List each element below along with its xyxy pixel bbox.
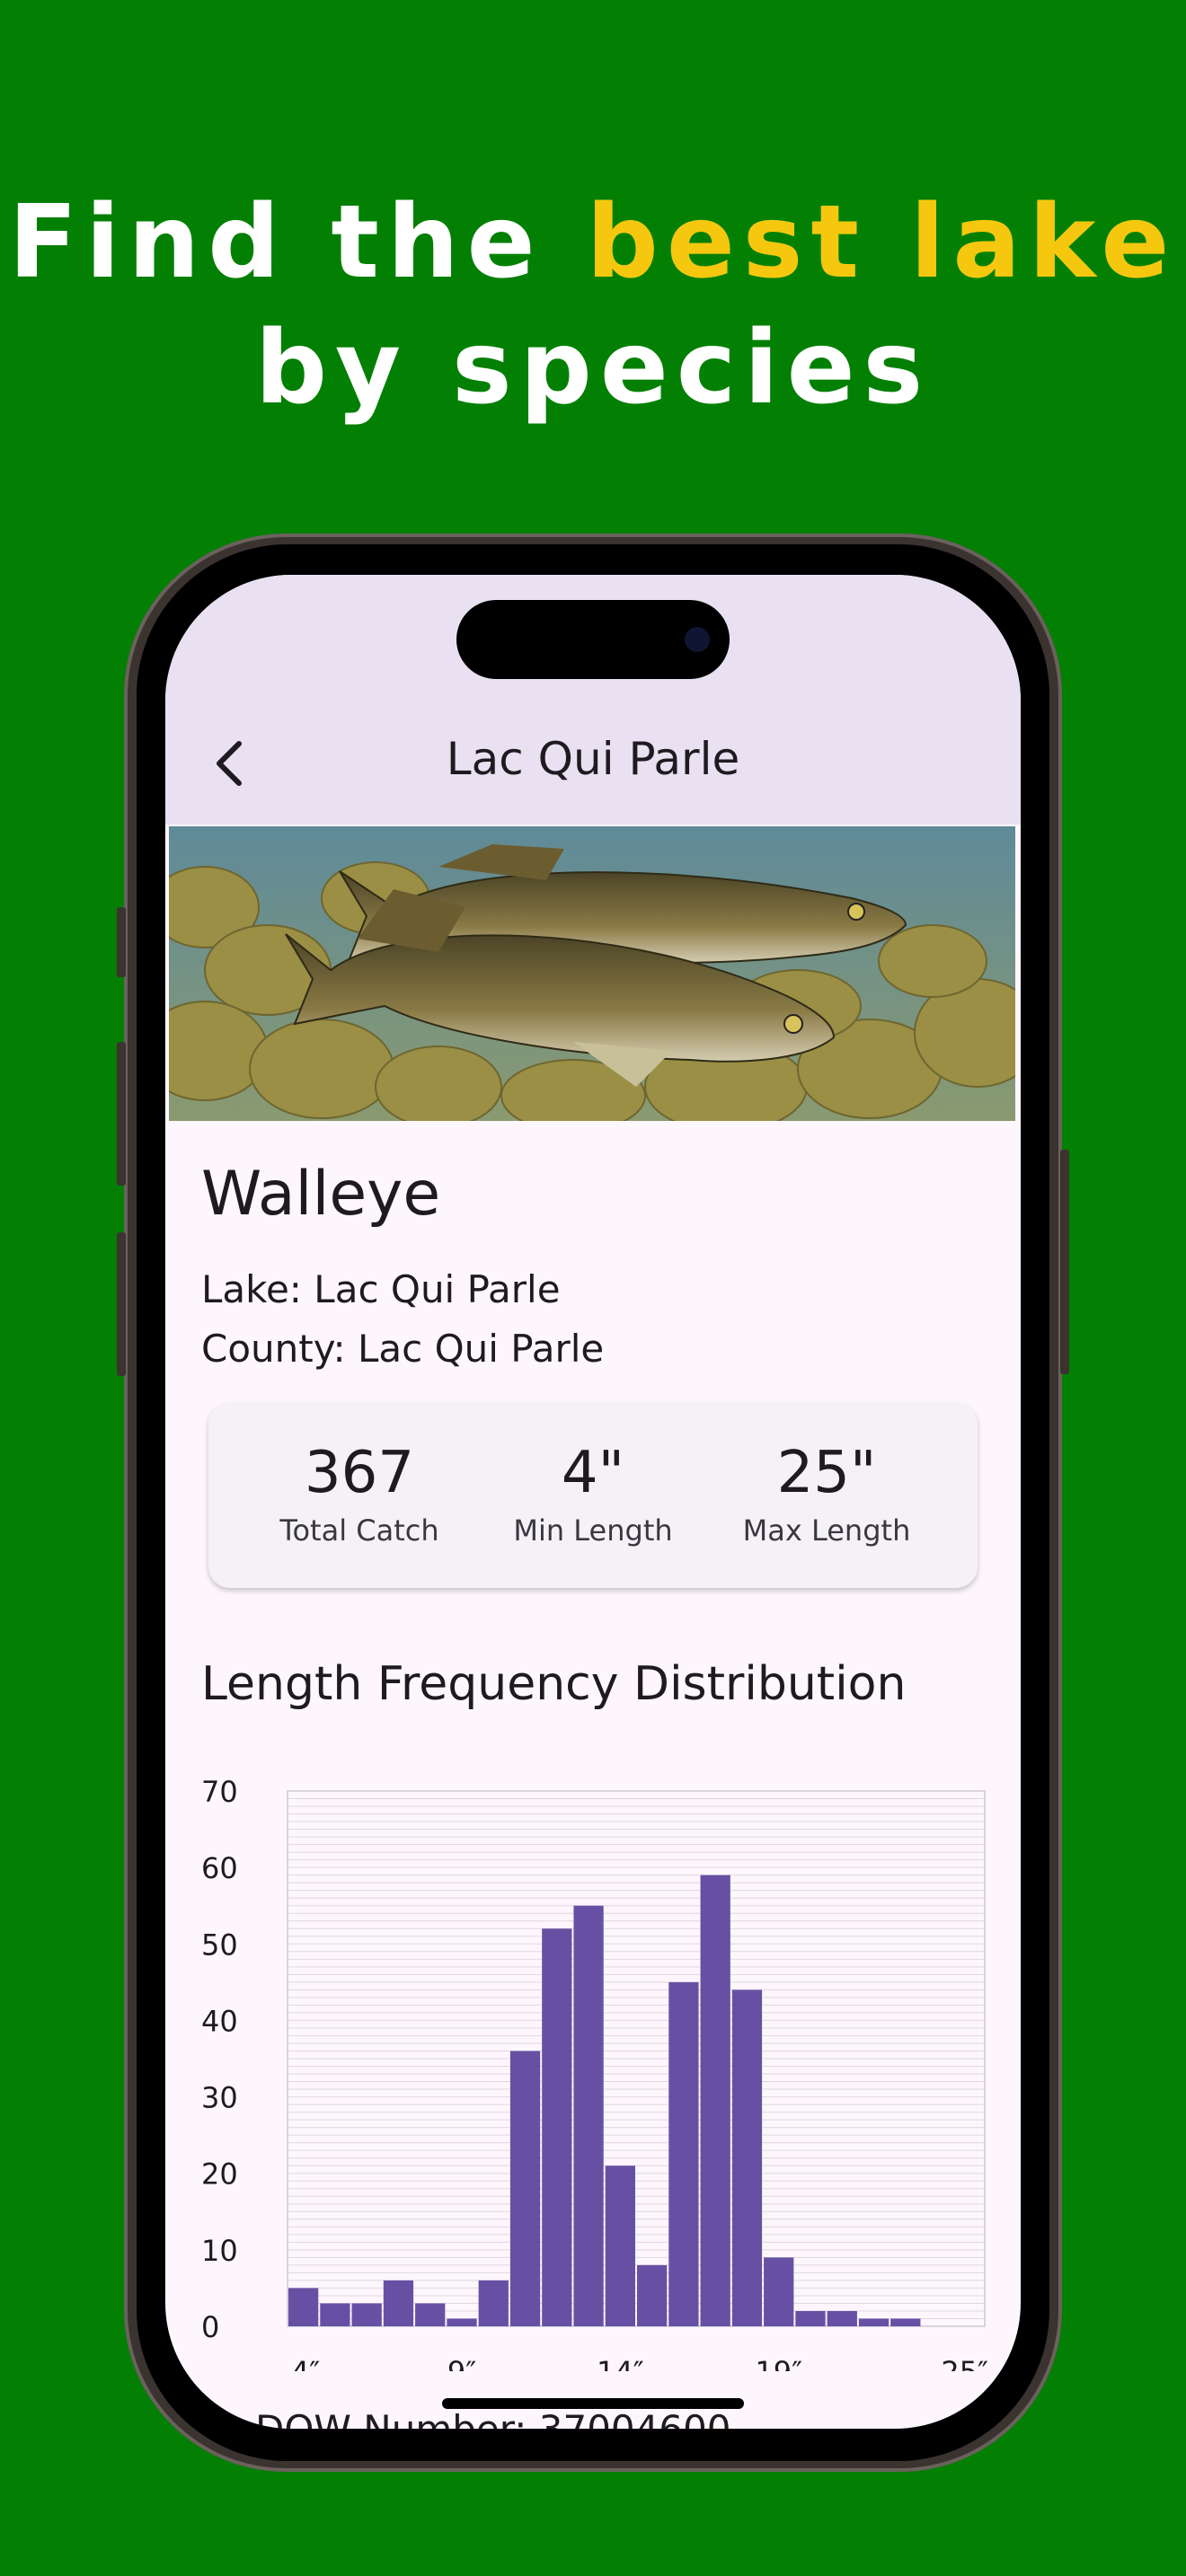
- headline-highlight: best lake: [586, 184, 1178, 301]
- phone-screen: Lac Qui Parle Walleye Lake: Lac Qui Parl…: [165, 575, 1021, 2429]
- species-image: [169, 826, 1015, 1121]
- chart-x-tick-label: 14″: [597, 2355, 644, 2371]
- stat-total-catch: 367 Total Catch: [243, 1439, 476, 1550]
- chart-bar: [573, 1905, 604, 2326]
- species-name: Walleye: [201, 1159, 441, 1230]
- chart-bar: [605, 2166, 635, 2326]
- chart-bar: [542, 1928, 572, 2326]
- chart-x-tick-label: 25″: [941, 2355, 988, 2371]
- chart-y-tick-label: 10: [201, 2234, 238, 2268]
- chart-bar: [320, 2303, 350, 2326]
- chart-bar: [447, 2318, 477, 2326]
- chart-x-tick-label: 9″: [447, 2355, 476, 2371]
- dynamic-island: [456, 600, 730, 679]
- county-label: County: Lac Qui Parle: [201, 1327, 605, 1371]
- chart-bar: [764, 2257, 794, 2326]
- chart-bar: [827, 2310, 857, 2326]
- chart-bar: [383, 2280, 414, 2326]
- stat-label: Total Catch: [279, 1513, 439, 1548]
- side-button-power: [1060, 1150, 1069, 1374]
- chart-x-tick-label: 4″: [291, 2355, 320, 2371]
- stat-value: 4": [561, 1440, 625, 1506]
- lake-label: Lake: Lac Qui Parle: [201, 1267, 561, 1311]
- stat-label: Max Length: [742, 1513, 911, 1548]
- chart-bar: [509, 2051, 541, 2326]
- chart-y-tick-label: 30: [201, 2081, 238, 2115]
- home-indicator[interactable]: [442, 2398, 744, 2409]
- camera-icon: [685, 627, 710, 652]
- section-title: Length Frequency Distribution: [201, 1657, 907, 1711]
- chart-bar: [668, 1981, 699, 2326]
- chart-y-tick-label: 40: [201, 2004, 238, 2038]
- length-frequency-chart: 0 10 20 30 40 50 60 70 4″ 9″ 14″ 19″ 25″: [201, 1775, 988, 2371]
- chart-y-tick-label: 60: [201, 1851, 238, 1885]
- chart-bar: [351, 2303, 382, 2326]
- stat-min-length: 4" Min Length: [476, 1439, 710, 1550]
- side-button-mute: [117, 907, 126, 977]
- chart-bar: [415, 2303, 446, 2326]
- chart-bar: [478, 2280, 509, 2326]
- stat-label: Min Length: [513, 1513, 673, 1548]
- chart-y-tick-label: 50: [201, 1928, 238, 1962]
- chart-bar: [795, 2310, 826, 2326]
- chart-y-tick-label: 70: [201, 1775, 238, 1809]
- page-title: Lac Qui Parle: [446, 733, 740, 785]
- chart-y-tick-label: 20: [201, 2157, 238, 2192]
- stat-value: 367: [304, 1440, 415, 1506]
- dow-number-label: DOW Number: 37004600: [255, 2407, 731, 2429]
- headline: Find the best lake by species: [0, 180, 1186, 431]
- headline-line1: Find the best lake: [8, 184, 1178, 301]
- walleye-illustration: [169, 826, 1015, 1121]
- stats-card: 367 Total Catch 4" Min Length 25" Max Le…: [208, 1403, 978, 1588]
- chart-bar: [288, 2288, 319, 2326]
- side-button-volume-down: [117, 1232, 126, 1376]
- headline-line2: by species: [254, 310, 932, 427]
- stat-max-length: 25" Max Length: [710, 1439, 943, 1550]
- side-button-volume-up: [117, 1042, 126, 1186]
- chart-y-tick-label: 0: [201, 2310, 219, 2344]
- chart-bar: [890, 2318, 921, 2326]
- chart-bar: [731, 1989, 763, 2326]
- chart-bar: [700, 1875, 730, 2326]
- chart-bar: [858, 2318, 890, 2326]
- chart-bar: [637, 2264, 668, 2326]
- stat-value: 25": [776, 1440, 877, 1506]
- chart-x-tick-label: 19″: [755, 2355, 802, 2371]
